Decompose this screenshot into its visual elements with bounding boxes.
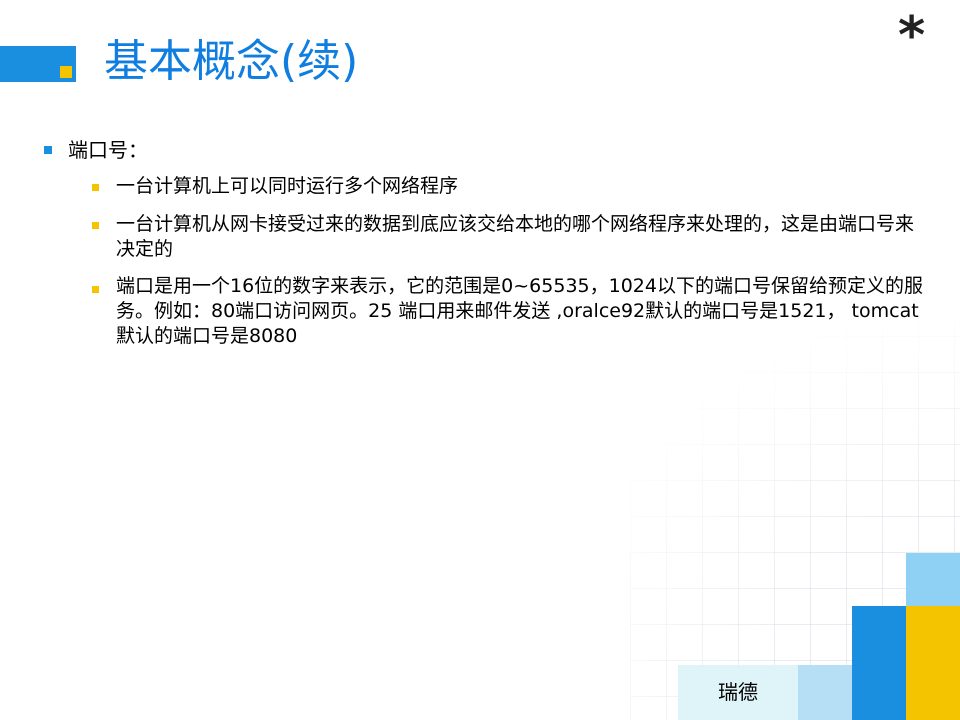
list-item: 一台计算机从网卡接受过来的数据到底应该交给本地的哪个网络程序来处理的，这是由端口… bbox=[116, 213, 915, 260]
slide-title: 基本概念(续) bbox=[104, 36, 359, 87]
asterisk-mark: * bbox=[898, 6, 926, 66]
title-accent-square bbox=[60, 66, 72, 78]
level1-item: 端口号： bbox=[68, 138, 148, 162]
bullet-icon bbox=[92, 286, 99, 293]
list-item: 一台计算机上可以同时运行多个网络程序 bbox=[116, 175, 459, 197]
footer-label: 瑞德 bbox=[678, 665, 798, 720]
bullet-icon bbox=[92, 222, 99, 229]
decor-block-pale-blue bbox=[798, 665, 852, 720]
decor-block-yellow bbox=[906, 606, 960, 720]
list-item: 端口是用一个16位的数字来表示，它的范围是0~65535，1024以下的端口号保… bbox=[116, 275, 923, 347]
bullet-icon bbox=[92, 184, 99, 191]
decor-block-light-blue bbox=[906, 553, 960, 606]
level1-bullet-icon bbox=[44, 146, 52, 154]
decor-block-blue bbox=[852, 606, 906, 720]
